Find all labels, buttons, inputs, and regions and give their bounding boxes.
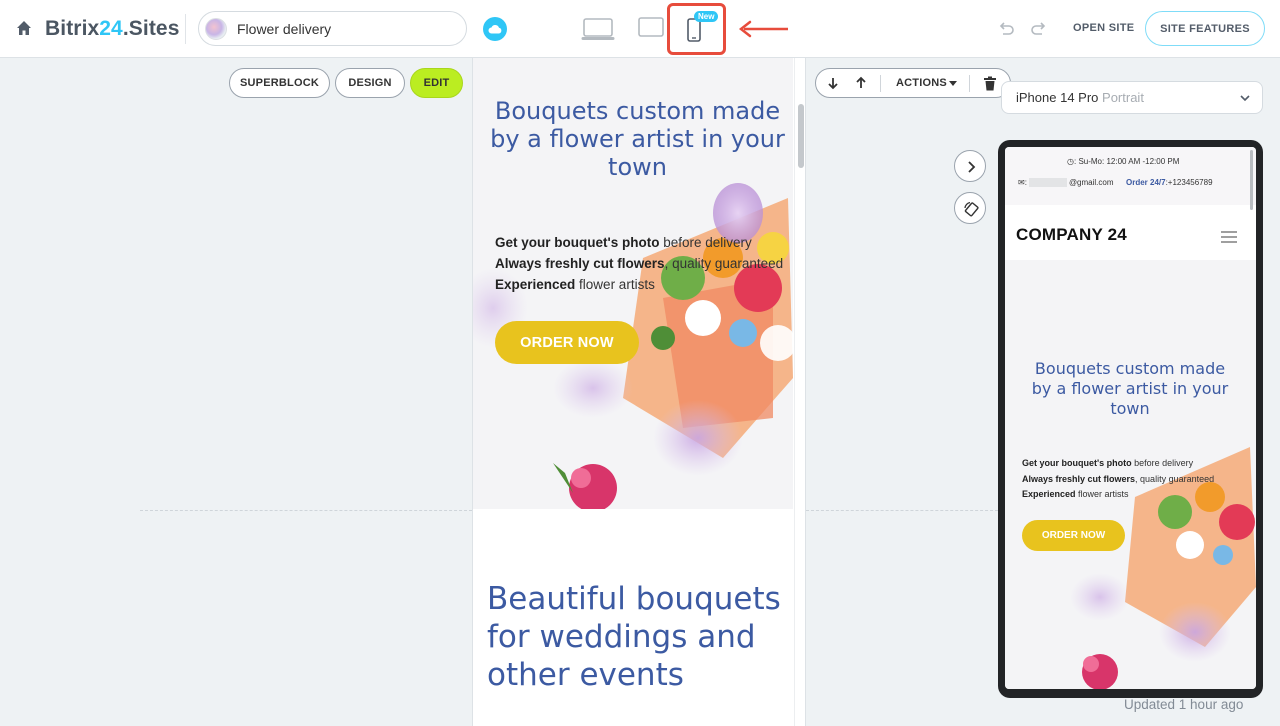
arrow-left-icon: [738, 20, 788, 38]
section-title[interactable]: Beautiful bouquets for weddings and othe…: [487, 580, 787, 694]
superblock-button[interactable]: SUPERBLOCK: [229, 68, 330, 98]
feature-line: Always freshly cut flowers, quality guar…: [1022, 473, 1215, 484]
feature-bold: Always freshly cut flowers: [495, 256, 665, 271]
arrow-down-icon[interactable]: [826, 76, 840, 90]
order-now-button[interactable]: ORDER NOW: [495, 321, 639, 364]
chevron-down-icon[interactable]: [1239, 93, 1251, 103]
hero-features[interactable]: Get your bouquet's photo before delivery…: [495, 232, 785, 295]
feature-bold: Experienced: [495, 277, 576, 292]
preview-features: Get your bouquet's photo before delivery…: [1022, 456, 1252, 503]
divider: [969, 75, 970, 92]
phone-screen[interactable]: ◷: Su-Mo: 12:00 AM -12:00 PM ✉: @gmail.co…: [1005, 147, 1256, 689]
actions-menu[interactable]: ACTIONS: [896, 77, 947, 89]
preview-hours: ◷: Su-Mo: 12:00 AM -12:00 PM: [1067, 157, 1180, 166]
site-name: Flower delivery: [237, 21, 332, 37]
brand-suffix: .Sites: [122, 17, 180, 40]
divider: [185, 14, 186, 44]
feature-text: before delivery: [659, 235, 752, 250]
block-separator: [806, 510, 998, 511]
brand-prefix: Bitrix: [45, 17, 100, 40]
mobile-editor-frame[interactable]: Bouquets custom made by a flower artist …: [472, 58, 806, 726]
tablet-icon[interactable]: [637, 16, 665, 38]
site-thumbnail: [205, 18, 227, 40]
new-badge: New: [694, 11, 719, 22]
feature-line: Experienced flower artists: [495, 274, 785, 295]
home-icon[interactable]: [16, 20, 32, 36]
scroll-thumb[interactable]: [798, 104, 804, 168]
desktop-icon[interactable]: [581, 17, 615, 41]
redo-icon[interactable]: [1031, 20, 1049, 38]
preview-order-phone: Order 24/7:+123456789: [1126, 178, 1213, 187]
top-bar: Bitrix24.Sites Flower delivery New OPEN …: [0, 0, 1280, 58]
trash-icon[interactable]: [983, 76, 997, 91]
mobile-view-highlight[interactable]: New: [667, 3, 726, 55]
preview-scrollbar[interactable]: [1250, 150, 1253, 210]
preview-hero-title: Bouquets custom made by a flower artist …: [1031, 359, 1229, 418]
feature-line: Get your bouquet's photo before delivery: [495, 232, 785, 253]
feature-line: Experienced flower artists: [1022, 489, 1129, 499]
open-site-link[interactable]: OPEN SITE: [1073, 22, 1134, 34]
device-orientation: Portrait: [1102, 90, 1144, 105]
undo-icon[interactable]: [996, 20, 1014, 38]
block-actions-bar: ACTIONS: [815, 68, 1011, 98]
blurred-email: [1028, 178, 1067, 188]
feature-line: Get your bouquet's photo before delivery: [1022, 458, 1194, 468]
divider: [880, 75, 881, 92]
cloud-icon[interactable]: [483, 17, 507, 41]
rotate-icon: [964, 201, 979, 217]
brand-accent: 24: [99, 17, 123, 40]
site-selector[interactable]: Flower delivery: [198, 11, 467, 46]
burger-menu-icon: [1221, 231, 1237, 243]
device-selector[interactable]: iPhone 14 Pro Portrait: [1001, 81, 1263, 114]
hero-title[interactable]: Bouquets custom made by a flower artist …: [485, 97, 790, 181]
edit-button[interactable]: EDIT: [410, 68, 463, 98]
preview-order-now-button: ORDER NOW: [1022, 520, 1125, 551]
feature-bold: Get your bouquet's photo: [495, 235, 660, 250]
caret-down-icon[interactable]: [949, 81, 957, 86]
rotate-device-button[interactable]: [954, 192, 986, 224]
site-features-button[interactable]: SITE FEATURES: [1145, 11, 1265, 46]
hero-block[interactable]: Bouquets custom made by a flower artist …: [473, 58, 793, 509]
preview-topinfo: [1005, 147, 1256, 205]
device-name: iPhone 14 Pro Portrait: [1016, 90, 1144, 105]
design-button[interactable]: DESIGN: [335, 68, 405, 98]
preview-company-logo: COMPANY 24: [1016, 225, 1127, 244]
arrow-up-icon[interactable]: [854, 76, 868, 90]
frame-scrollbar[interactable]: [794, 58, 805, 726]
updated-status: Updated 1 hour ago: [1124, 697, 1244, 712]
chevron-right-icon: [968, 161, 976, 173]
brand-logo[interactable]: Bitrix24.Sites: [45, 17, 179, 41]
preview-email: ✉: @gmail.com: [1018, 178, 1114, 188]
next-device-button[interactable]: [954, 150, 986, 182]
block-separator: [140, 510, 472, 511]
phone-preview: ◷: Su-Mo: 12:00 AM -12:00 PM ✉: @gmail.co…: [998, 140, 1263, 698]
feature-line: Always freshly cut flowers, quality guar…: [495, 253, 785, 274]
feature-text: flower artists: [575, 277, 655, 292]
feature-text: , quality guaranteed: [664, 256, 784, 271]
